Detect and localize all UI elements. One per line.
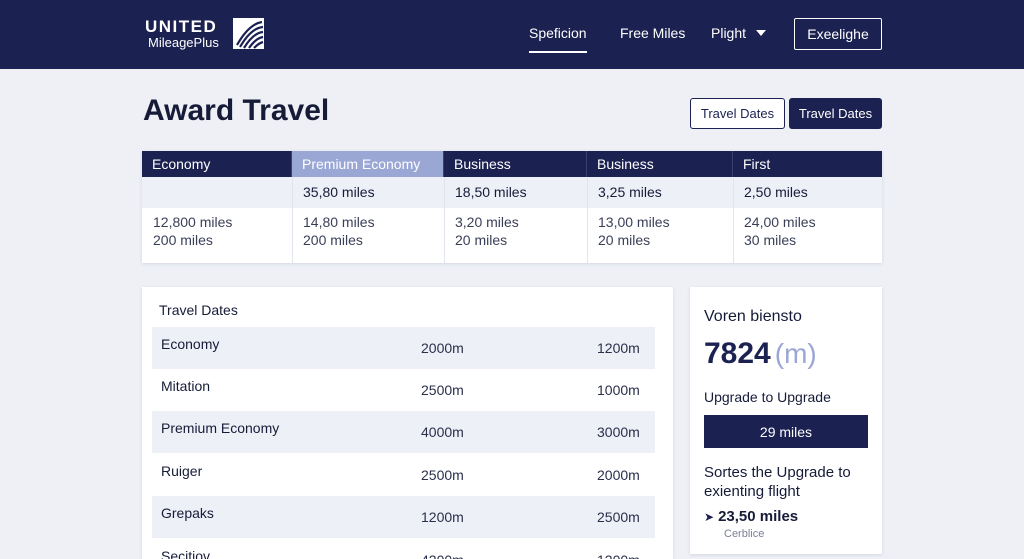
fare-cell: 30 miles	[744, 232, 797, 248]
row-value-1: 1200m	[421, 509, 464, 525]
brand-subtitle: MileagePlus	[148, 35, 219, 50]
fare-header-economy[interactable]: Economy	[142, 151, 292, 177]
table-row[interactable]: Mitation 2500m 1000m	[152, 369, 655, 411]
fare-cell: 2,50 miles	[744, 184, 808, 200]
table-row[interactable]: Economy 2000m 1200m	[152, 327, 655, 369]
fare-cell: 14,80 miles	[303, 214, 375, 230]
nav-item-free-miles[interactable]: Free Miles	[620, 25, 685, 41]
fare-header-premium-economy[interactable]: Premium Economy	[292, 151, 444, 177]
travel-dates-solid-button[interactable]: Travel Dates	[789, 98, 882, 129]
fare-cell-stack: 12,800 miles 200 miles	[142, 213, 232, 249]
card-title: Voren biensto	[704, 308, 802, 325]
row-value-1: 2000m	[421, 340, 464, 356]
row-name: Economy	[161, 336, 220, 352]
card-unit: (m)	[774, 338, 817, 369]
card-big-value: 7824 (m)	[704, 337, 817, 371]
fare-cell-stack: 24,00 miles 30 miles	[733, 213, 816, 249]
united-mileageplus-logo[interactable]: UNITED MileagePlus	[145, 17, 270, 53]
fare-cell-stack: 3,20 miles 20 miles	[444, 213, 519, 249]
fare-cell: 18,50 miles	[455, 184, 527, 200]
table-row[interactable]: Ruiger 2500m 2000m	[152, 454, 655, 496]
chevron-down-icon	[756, 30, 767, 37]
travel-dates-outline-button[interactable]: Travel Dates	[690, 98, 785, 129]
row-name: Mitation	[161, 378, 211, 394]
fare-cell: 3,25 miles	[598, 184, 662, 200]
fare-cell: 3,20 miles	[455, 214, 519, 230]
card-description: Sortes the Upgrade to exienting flight	[704, 464, 851, 500]
fare-cell-stack: 14,80 miles 200 miles	[292, 213, 375, 249]
card-note: Cerblice	[724, 528, 765, 540]
fare-header-business[interactable]: Business	[444, 151, 587, 177]
header-cta-button[interactable]: Exeelighe	[794, 18, 882, 50]
fare-header-first[interactable]: First	[733, 151, 882, 177]
fare-header-business-2[interactable]: Business	[587, 151, 733, 177]
card-value: 7824	[704, 337, 771, 370]
row-value-2: 1200m	[597, 552, 640, 559]
row-name: Ruiger	[161, 463, 203, 479]
fare-comparison-table: Economy Premium Economy Business Busines…	[142, 151, 882, 263]
row-value-1: 2500m	[421, 467, 464, 483]
table-row[interactable]: Secitiov 4200m 1200m	[152, 539, 655, 559]
nav-item-plight[interactable]: Plight	[711, 25, 767, 41]
nav-item-speficion[interactable]: Speficion	[529, 25, 587, 53]
fare-cell: 200 miles	[153, 232, 213, 248]
fare-cell: 20 miles	[598, 232, 651, 248]
card-miles-value: 23,50 miles	[718, 508, 799, 525]
row-value-2: 2000m	[597, 467, 640, 483]
row-value-2: 3000m	[597, 424, 640, 440]
row-name: Premium Economy	[161, 420, 280, 436]
fare-cell-stack: 13,00 miles 20 miles	[587, 213, 670, 249]
row-value-1: 4200m	[421, 552, 464, 559]
plane-icon: ➤	[704, 510, 715, 524]
row-name: Grepaks	[161, 505, 214, 521]
upgrade-miles-button[interactable]: 29 miles	[704, 415, 868, 448]
card-label: Upgrade to Upgrade	[704, 389, 831, 405]
table-row[interactable]: Grepaks 1200m 2500m	[152, 496, 655, 538]
row-value-2: 2500m	[597, 509, 640, 525]
fare-cell: 24,00 miles	[744, 214, 816, 230]
table-row[interactable]: Premium Economy 4000m 3000m	[152, 411, 655, 453]
page-title: Award Travel	[143, 94, 330, 127]
row-value-1: 2500m	[421, 382, 464, 398]
upgrade-card: Voren biensto 7824 (m) Upgrade to Upgrade…	[690, 287, 882, 554]
travel-dates-panel: Travel Dates Economy 2000m 1200m Mitatio…	[142, 287, 673, 559]
fare-cell: 13,00 miles	[598, 214, 670, 230]
row-name: Secitiov	[161, 548, 211, 559]
fare-cell: 200 miles	[303, 232, 363, 248]
row-value-2: 1200m	[597, 340, 640, 356]
fare-cell: 20 miles	[455, 232, 508, 248]
fare-cell: 12,800 miles	[153, 214, 233, 230]
row-value-1: 4000m	[421, 424, 464, 440]
row-value-2: 1000m	[597, 382, 640, 398]
card-miles: ➤ 23,50 miles	[704, 508, 798, 525]
panel-title: Travel Dates	[159, 302, 238, 318]
globe-icon	[233, 18, 264, 49]
brand-word: UNITED	[145, 17, 218, 36]
top-navigation-bar: UNITED MileagePlus Speficion Free Miles …	[0, 0, 1024, 69]
nav-plight-label: Plight	[711, 25, 747, 41]
fare-cell: 35,80 miles	[303, 184, 375, 200]
